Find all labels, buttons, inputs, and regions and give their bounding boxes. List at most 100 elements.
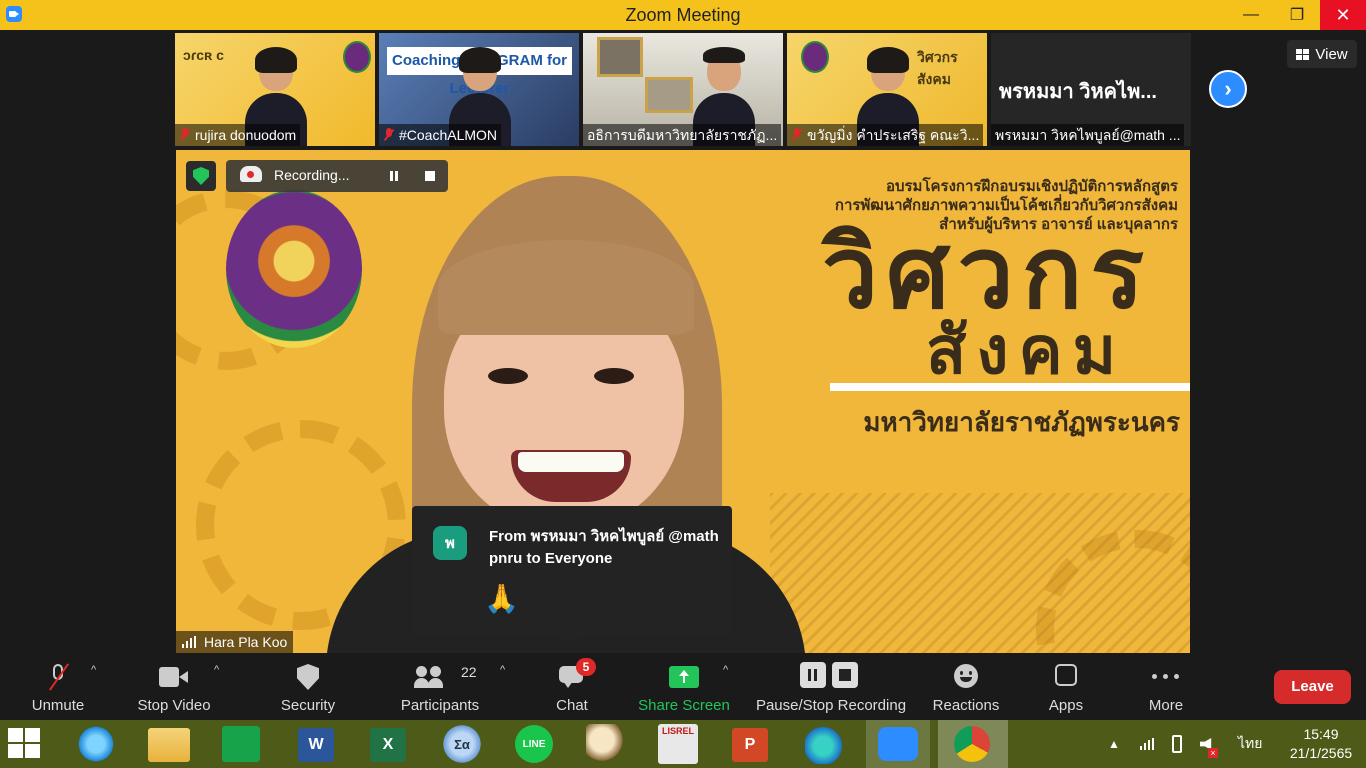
math-input-icon[interactable]: Σα: [442, 724, 482, 764]
university-seal-icon: [226, 190, 362, 348]
grid-icon: [1296, 48, 1310, 60]
cloud-recording-icon: [240, 166, 262, 182]
recording-indicator: Recording...: [226, 160, 448, 192]
participant-tile[interactable]: ᴐɾᴄʀ ᴄ rujira donuodom: [175, 33, 375, 146]
more-button[interactable]: More: [1136, 656, 1196, 720]
minimize-button[interactable]: —: [1228, 0, 1274, 30]
university-logo-icon: [801, 41, 829, 73]
mic-muted-icon: [383, 128, 395, 142]
powerpoint-icon[interactable]: P: [732, 728, 768, 762]
edge-icon[interactable]: [805, 724, 845, 764]
backdrop-sign: วิศวกร สังคม: [917, 49, 958, 87]
speaker-name-label: Hara Pla Koo: [176, 631, 294, 653]
backdrop-heading-1: อบรมโครงการฝึกอบรมเชิงปฏิบัติการหลักสูตร: [885, 178, 1178, 195]
window-title: Zoom Meeting: [625, 5, 741, 25]
maximize-button[interactable]: ❐: [1274, 0, 1320, 30]
chevron-right-icon: ›: [1224, 76, 1232, 101]
backdrop-heading-2: การพัฒนาศักยภาพความเป็นโค้ชเกี่ยวกับวิศว…: [834, 197, 1178, 214]
participant-display-name: พรหมมา วิหคไพ...: [999, 81, 1157, 103]
participants-count: 22: [461, 664, 477, 680]
ellipsis-icon: [1152, 674, 1180, 680]
encryption-badge[interactable]: [186, 161, 216, 191]
backdrop-university: มหาวิทยาลัยราชภัฏพระนคร: [863, 407, 1180, 437]
line-icon[interactable]: LINE: [515, 725, 553, 763]
speaker-eye: [488, 368, 528, 384]
stop-video-button[interactable]: Stop Video: [130, 656, 218, 720]
file-explorer-icon[interactable]: [148, 728, 190, 762]
participant-name: rujira donuodom: [175, 124, 301, 146]
video-options-caret[interactable]: ^: [214, 664, 219, 676]
backdrop-divider: [830, 383, 1190, 391]
network-icon[interactable]: [1140, 720, 1158, 768]
next-page-button[interactable]: ›: [1209, 70, 1247, 108]
excel-icon[interactable]: X: [370, 728, 406, 762]
university-logo-icon: [343, 41, 371, 73]
speaker-eye: [594, 368, 634, 384]
zoom-taskbar-icon[interactable]: [866, 720, 930, 768]
internet-explorer-icon[interactable]: [76, 724, 116, 764]
mic-muted-icon: [791, 128, 803, 142]
sender-avatar: พ: [433, 526, 467, 560]
shield-icon: [297, 664, 319, 690]
windows-taskbar: W X Σα LINE LISREL P ▲ × ไทย 15:49 21/1/…: [0, 720, 1366, 768]
clock-time: 15:49: [1303, 726, 1339, 742]
input-language-indicator[interactable]: ไทย: [1238, 720, 1262, 768]
participant-name: พรหมมา วิหคไพบูลย์@math ...: [991, 124, 1185, 146]
audio-options-caret[interactable]: ^: [91, 664, 96, 676]
share-options-caret[interactable]: ^: [723, 664, 728, 676]
backdrop-sign: ᴐɾᴄʀ ᴄ: [183, 47, 224, 63]
volume-muted-icon[interactable]: [1200, 720, 1214, 768]
pause-stop-recording-button[interactable]: Pause/Stop Recording: [752, 656, 910, 720]
apps-button[interactable]: Apps: [1036, 656, 1096, 720]
chrome-icon[interactable]: [938, 720, 1008, 768]
gallery-strip: ᴐɾᴄʀ ᴄ rujira donuodom Coaching PROGRAM …: [175, 33, 1191, 146]
recording-label: Recording...: [274, 167, 350, 183]
battery-icon[interactable]: [1172, 720, 1182, 768]
participants-options-caret[interactable]: ^: [500, 664, 505, 676]
store-icon[interactable]: [222, 726, 260, 762]
security-button[interactable]: Security: [270, 656, 346, 720]
chat-sender: From พรหมมา วิหคไพบูลย์ @math pnru to Ev…: [489, 528, 719, 567]
chat-notification[interactable]: พ From พรหมมา วิหคไพบูลย์ @math pnru to …: [412, 506, 732, 645]
mic-muted-icon: [179, 128, 191, 142]
participant-tile[interactable]: วิศวกร สังคม ขวัญมิ่ง คำประเสริฐ คณะวิ..…: [787, 33, 987, 146]
title-bar: Zoom Meeting — ❐ ✕: [0, 0, 1366, 30]
chat-button[interactable]: 5 Chat: [542, 656, 602, 720]
show-hidden-icons-button[interactable]: ▲: [1108, 720, 1120, 768]
view-button[interactable]: View: [1287, 40, 1357, 68]
participants-button[interactable]: 22 Participants: [395, 656, 485, 720]
reactions-button[interactable]: Reactions: [928, 656, 1004, 720]
system-clock[interactable]: 15:49 21/1/2565: [1290, 720, 1352, 768]
windows-start-button[interactable]: [8, 728, 44, 762]
leave-button[interactable]: Leave: [1274, 670, 1351, 704]
share-screen-icon: [669, 666, 699, 688]
volume-muted-mark: ×: [1208, 748, 1218, 758]
close-button[interactable]: ✕: [1320, 0, 1366, 30]
connection-signal-icon: [182, 636, 198, 648]
backdrop-title-2: สังคม: [926, 313, 1127, 387]
speaker-teeth: [518, 452, 624, 472]
speaker-bangs: [438, 240, 694, 335]
pause-stop-icon: [800, 662, 862, 688]
participant-tile[interactable]: อธิการบดีมหาวิทยาลัยราชภัฏ...: [583, 33, 783, 146]
participant-name: #CoachALMON: [379, 124, 502, 146]
wall-portrait: [645, 77, 693, 113]
shield-check-icon: [193, 167, 209, 185]
stripe-decoration: [770, 493, 1190, 653]
share-screen-button[interactable]: Share Screen: [636, 656, 732, 720]
apps-icon: [1055, 664, 1077, 686]
word-icon[interactable]: W: [298, 728, 334, 762]
wall-portrait: [597, 37, 643, 77]
chat-message: 🙏: [484, 583, 519, 614]
stop-recording-button[interactable]: [422, 168, 438, 184]
pause-recording-button[interactable]: [386, 168, 402, 184]
unread-chat-badge: 5: [576, 658, 596, 676]
unmute-button[interactable]: Unmute: [18, 656, 98, 720]
participant-tile[interactable]: พรหมมา วิหคไพ... พรหมมา วิหคไพบูลย์@math…: [991, 33, 1191, 146]
video-camera-icon: [159, 667, 189, 687]
participant-tile[interactable]: Coaching PROGRAM for Lecturer #CoachALMO…: [379, 33, 579, 146]
smiley-icon: [954, 664, 978, 688]
paint-icon[interactable]: [586, 724, 626, 764]
view-label: View: [1315, 45, 1348, 63]
lisrel-icon[interactable]: LISREL: [658, 724, 698, 764]
